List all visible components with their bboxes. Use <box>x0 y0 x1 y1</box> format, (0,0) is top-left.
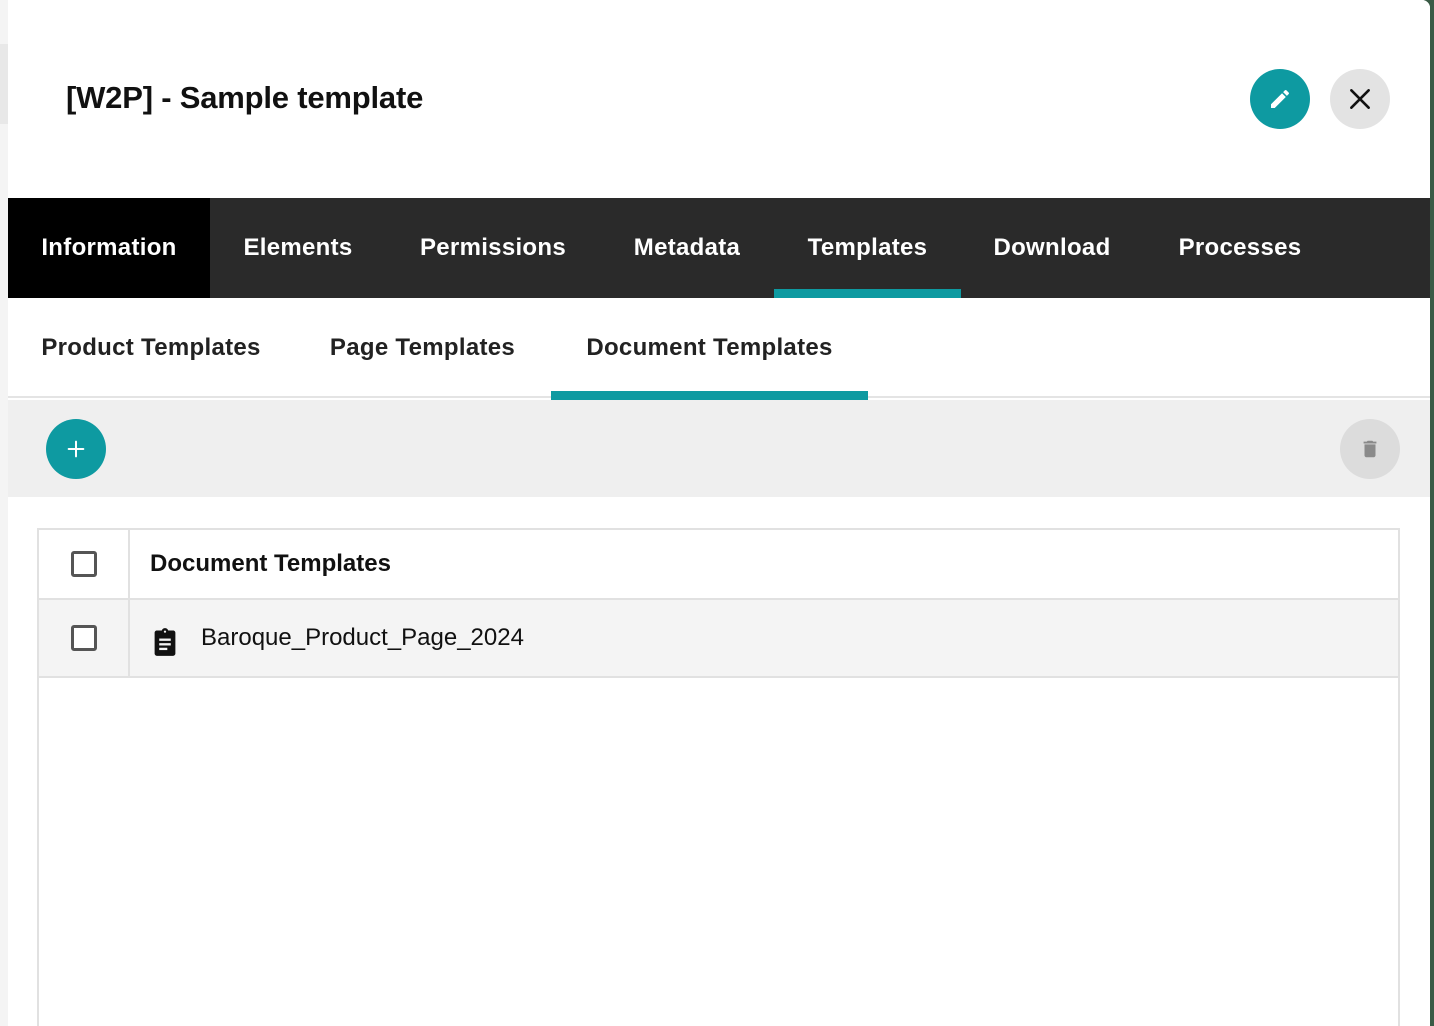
template-modal: [W2P] - Sample template Information Elem… <box>8 0 1430 1026</box>
edit-button[interactable] <box>1250 69 1310 129</box>
plus-icon <box>67 440 85 458</box>
tab-download-label: Download <box>993 234 1111 261</box>
delete-button[interactable] <box>1340 419 1400 479</box>
row-select-cell <box>39 600 130 676</box>
select-all-cell <box>39 530 130 598</box>
background-strip <box>0 44 8 124</box>
tab-information-label: Information <box>41 234 177 261</box>
tab-elements[interactable]: Elements <box>210 198 386 298</box>
column-header-document-templates[interactable]: Document Templates <box>150 530 391 598</box>
tab-processes[interactable]: Processes <box>1143 198 1337 298</box>
subtab-page-templates-label: Page Templates <box>329 334 516 361</box>
tab-permissions-label: Permissions <box>419 234 567 261</box>
tab-templates-active-indicator <box>774 289 961 298</box>
subtab-document-templates[interactable]: Document Templates <box>551 298 868 400</box>
tab-information[interactable]: Information <box>8 198 210 298</box>
subtab-product-templates-label: Product Templates <box>41 334 261 361</box>
modal-header: [W2P] - Sample template <box>8 0 1430 198</box>
close-button[interactable] <box>1330 69 1390 129</box>
subtab-product-templates[interactable]: Product Templates <box>8 298 294 398</box>
tab-metadata-label: Metadata <box>633 234 741 261</box>
clipboard-document-icon <box>154 628 176 656</box>
trash-icon <box>1363 440 1377 458</box>
select-all-checkbox[interactable] <box>70 551 97 577</box>
pencil-icon <box>1271 89 1290 108</box>
main-tab-bar: Information Elements Permissions Metadat… <box>8 198 1430 298</box>
add-template-button[interactable] <box>46 419 106 479</box>
page-title: [W2P] - Sample template <box>66 80 424 115</box>
subtab-document-templates-label: Document Templates <box>586 334 833 361</box>
close-icon <box>1350 89 1370 109</box>
table-row[interactable]: Baroque_Product_Page_2024 <box>39 600 1398 678</box>
sub-tab-bar: Product Templates Page Templates Documen… <box>8 298 1430 400</box>
tab-download[interactable]: Download <box>961 198 1143 298</box>
table-header-row: Document Templates <box>39 530 1398 600</box>
background-page <box>0 0 8 1026</box>
tab-permissions[interactable]: Permissions <box>386 198 600 298</box>
document-templates-table: Document Templates Baroque_Product_Page_… <box>37 528 1400 1026</box>
row-checkbox[interactable] <box>70 625 97 651</box>
template-name[interactable]: Baroque_Product_Page_2024 <box>201 600 524 676</box>
tab-metadata[interactable]: Metadata <box>600 198 774 298</box>
subtab-document-templates-active-indicator <box>551 391 868 400</box>
tab-templates[interactable]: Templates <box>774 198 961 298</box>
subtab-page-templates[interactable]: Page Templates <box>294 298 551 398</box>
tab-processes-label: Processes <box>1178 234 1302 261</box>
tab-templates-label: Templates <box>807 234 928 261</box>
tab-elements-label: Elements <box>243 234 353 261</box>
action-toolbar <box>8 400 1430 497</box>
